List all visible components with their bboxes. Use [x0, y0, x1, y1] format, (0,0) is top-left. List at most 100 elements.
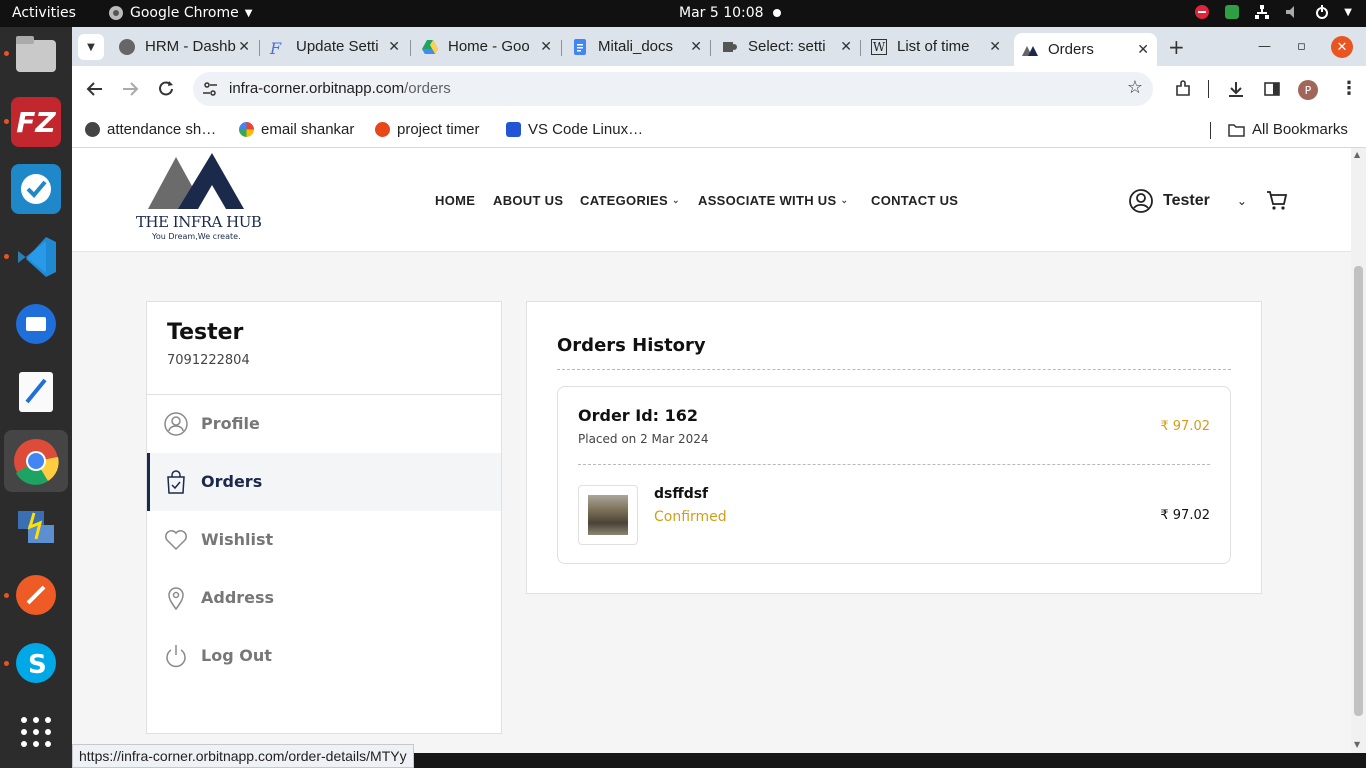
vscode-app-icon[interactable] [11, 232, 61, 282]
nav-about-us[interactable]: ABOUT US [493, 193, 563, 208]
google-docs-icon [574, 38, 586, 55]
shopping-bag-icon [167, 470, 185, 494]
system-top-bar: Activities Google Chrome ▼ Mar 5 10:08 ▼ [0, 0, 1366, 27]
tab-search-button[interactable]: ▼ [78, 34, 104, 60]
address-bar[interactable]: infra-corner.orbitnapp.com/orders ☆ [193, 72, 1153, 106]
sidebar-item-orders[interactable]: Orders [147, 453, 501, 511]
app-menu[interactable]: Google Chrome ▼ [108, 5, 252, 21]
tab-label: Orders [1048, 41, 1094, 58]
scroll-down-icon[interactable]: ▼ [1354, 740, 1360, 749]
sidebar-item-address[interactable]: Address [147, 569, 501, 627]
close-icon[interactable]: ✕ [388, 38, 400, 55]
account-name: Tester [167, 320, 244, 345]
sidebar-item-wishlist[interactable]: Wishlist [147, 511, 501, 569]
tab-label: Mitali_docs [598, 38, 674, 55]
profile-icon [164, 412, 188, 436]
running-indicator [4, 119, 9, 124]
nav-home[interactable]: HOME [435, 193, 475, 208]
nav-contact-us[interactable]: CONTACT US [871, 193, 958, 208]
site-info-icon[interactable] [202, 81, 218, 97]
close-icon[interactable]: ✕ [1137, 41, 1149, 58]
back-icon[interactable] [86, 80, 104, 98]
postman-app-icon[interactable] [11, 570, 61, 620]
chevron-down-icon: ▼ [87, 41, 95, 53]
vscode-icon [506, 122, 521, 137]
bookmark-label: VS Code Linux… [528, 121, 644, 138]
tab-separator [561, 40, 562, 56]
activities-button[interactable]: Activities [12, 5, 76, 21]
clock[interactable]: Mar 5 10:08 [679, 5, 764, 21]
tab-separator [410, 40, 411, 56]
close-icon[interactable]: ✕ [238, 38, 250, 55]
bookmark-star-icon[interactable]: ☆ [1127, 77, 1143, 98]
bookmark-attendance[interactable]: attendance sh… [85, 121, 216, 138]
sidebar-item-log-out[interactable]: Log Out [147, 627, 501, 685]
profile-avatar[interactable]: P [1298, 80, 1318, 100]
tab-hrm-dashboard[interactable]: HRM - Dashb ✕ [119, 33, 254, 60]
timer-app-icon[interactable] [11, 164, 61, 214]
window-close-button[interactable]: ✕ [1331, 36, 1353, 58]
chrome-app-icon[interactable] [4, 430, 68, 492]
site-logo[interactable]: THE INFRA HUB You Dream,We create. [136, 151, 266, 243]
running-indicator [4, 661, 9, 666]
tab-google-drive[interactable]: Home - Goo ✕ [422, 33, 556, 60]
show-apps-icon[interactable] [11, 707, 61, 757]
forward-icon[interactable] [121, 80, 139, 98]
running-indicator [4, 51, 9, 56]
thunderbird-app-icon[interactable] [11, 299, 61, 349]
item-thumbnail[interactable] [578, 485, 638, 545]
maximize-button[interactable]: ▫ [1297, 39, 1306, 54]
remote-desktop-app-icon[interactable] [11, 502, 61, 552]
globe-icon [119, 38, 135, 55]
minimize-button[interactable]: — [1258, 39, 1271, 54]
notification-dot [773, 9, 781, 17]
order-card[interactable]: Order Id: 162 Placed on 2 Mar 2024 ₹ 97.… [557, 386, 1231, 564]
scroll-up-icon[interactable]: ▲ [1354, 150, 1360, 159]
tab-label: Select: setti [748, 38, 826, 55]
power-icon [1316, 5, 1329, 19]
bookmark-vscode-linux[interactable]: VS Code Linux… [506, 121, 643, 138]
sidebar-item-label: Log Out [201, 646, 272, 665]
bookmarks-bar: attendance sh… email shankar project tim… [72, 112, 1366, 148]
nav-categories[interactable]: CATEGORIES ⌄ [580, 193, 680, 208]
tab-select-settings[interactable]: Select: setti ✕ [722, 33, 856, 60]
sidebar-item-label: Profile [201, 414, 260, 433]
side-panel-icon[interactable] [1263, 80, 1281, 98]
sidebar-item-profile[interactable]: Profile [147, 395, 501, 453]
tab-wikipedia[interactable]: W List of time ✕ [871, 33, 1005, 60]
new-tab-button[interactable]: + [1168, 35, 1185, 59]
tab-separator [860, 40, 861, 56]
text-editor-app-icon[interactable] [11, 367, 61, 417]
close-icon[interactable]: ✕ [840, 38, 852, 55]
skype-app-icon[interactable]: S [11, 638, 61, 688]
download-icon[interactable] [1227, 80, 1245, 98]
bookmark-email-shankar[interactable]: email shankar [239, 121, 354, 138]
close-icon[interactable]: ✕ [989, 38, 1001, 55]
nav-label: HOME [435, 193, 476, 208]
tab-label: List of time [897, 38, 970, 55]
infra-hub-logo-icon [148, 153, 244, 209]
reload-icon[interactable] [157, 80, 175, 98]
globe-icon [85, 122, 100, 137]
update-shield-icon [1225, 5, 1240, 19]
files-app-icon[interactable] [11, 29, 61, 79]
user-menu[interactable]: Tester ⌄ [1128, 188, 1247, 214]
nav-associate-with-us[interactable]: ASSOCIATE WITH US ⌄ [698, 193, 848, 208]
tab-google-docs[interactable]: Mitali_docs ✕ [572, 33, 706, 60]
tab-update-settings[interactable]: F Update Setti ✕ [270, 33, 404, 60]
all-bookmarks-button[interactable]: All Bookmarks [1228, 121, 1348, 138]
close-icon[interactable]: ✕ [540, 38, 552, 55]
link-status-bubble: https://infra-corner.orbitnapp.com/order… [72, 744, 414, 768]
order-total: ₹ 97.02 [1160, 419, 1210, 434]
page-scrollbar[interactable]: ▲ ▼ [1351, 148, 1366, 753]
cart-icon[interactable] [1266, 189, 1288, 211]
filezilla-app-icon[interactable]: FZ [11, 97, 61, 147]
system-tray[interactable]: ▼ [1194, 4, 1352, 20]
tab-orders[interactable]: Orders ✕ [1014, 33, 1157, 66]
chevron-down-icon: ⌄ [1236, 194, 1247, 208]
extensions-icon[interactable] [1174, 80, 1192, 98]
scroll-thumb[interactable] [1354, 266, 1363, 716]
close-icon[interactable]: ✕ [690, 38, 702, 55]
bookmark-project-timer[interactable]: project timer [375, 121, 480, 138]
kebab-menu-icon[interactable]: ⋮ [1340, 78, 1358, 99]
